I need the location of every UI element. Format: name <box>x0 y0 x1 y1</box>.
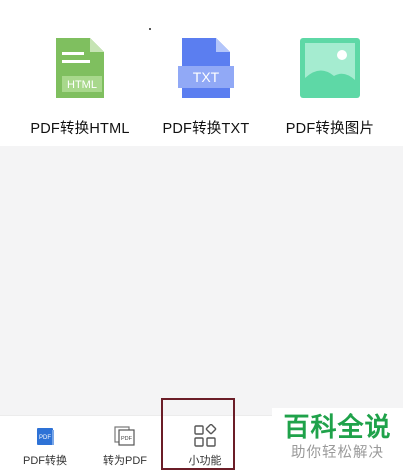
pdf-to-html-label: PDF转换HTML <box>30 121 130 137</box>
html-file-icon: HTML <box>56 38 104 98</box>
tools-panel: HTML PDF转换HTML TXT PDF转换TXT PDF转换图片 <box>0 0 403 146</box>
image-file-icon <box>300 38 360 98</box>
nav-to-pdf[interactable]: PDF 转为PDF <box>85 416 165 474</box>
txt-file-icon: TXT <box>178 38 234 98</box>
pdf-doc-icon: PDF <box>37 428 54 445</box>
nav-small-features[interactable]: 小功能 <box>165 416 245 474</box>
to-pdf-icon-text: PDF <box>121 436 133 442</box>
nav-pdf-convert[interactable]: PDF PDF转换 <box>5 416 85 474</box>
pdf-icon-text: PDF <box>39 435 51 441</box>
txt-icon-text: TXT <box>193 69 220 85</box>
dot-mark <box>149 28 151 30</box>
watermark-title: 百科全说 <box>283 412 392 442</box>
pdf-to-image-tool[interactable]: PDF转换图片 <box>265 36 395 140</box>
nav-small-features-label: 小功能 <box>188 455 222 467</box>
to-pdf-icon: PDF <box>114 426 135 446</box>
watermark-subtitle: 助你轻松解决 <box>291 445 384 461</box>
pdf-to-txt-tool[interactable]: TXT PDF转换TXT <box>141 36 271 140</box>
pdf-to-txt-label: PDF转换TXT <box>162 121 250 137</box>
watermark: 百科全说 助你轻松解决 <box>272 408 403 473</box>
nav-to-pdf-label: 转为PDF <box>103 455 147 467</box>
pdf-to-image-label: PDF转换图片 <box>285 121 375 137</box>
html-icon-text: HTML <box>67 79 97 91</box>
grid-apps-icon <box>194 424 217 447</box>
nav-pdf-convert-label: PDF转换 <box>23 455 67 467</box>
pdf-to-html-tool[interactable]: HTML PDF转换HTML <box>15 36 145 140</box>
